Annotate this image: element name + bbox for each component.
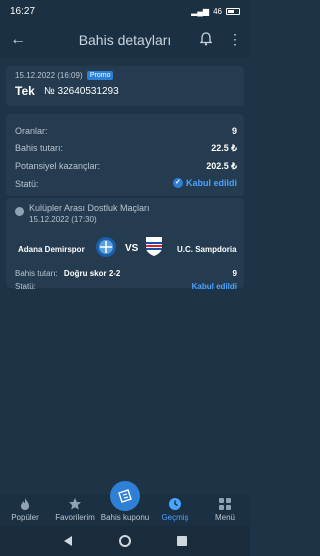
battery-level: 46 bbox=[213, 6, 222, 16]
potential-value: 202.5 ₺ bbox=[206, 161, 237, 171]
nav-label-popular: Popüler bbox=[11, 513, 39, 522]
nav-label-history: Geçmiş bbox=[161, 513, 189, 522]
nav-item-menu[interactable]: Menü bbox=[200, 494, 250, 526]
status-time: 16:27 bbox=[10, 5, 36, 17]
summary-row-stake: Bahis tutarı: 22.5 ₺ bbox=[15, 143, 237, 153]
summary-row-status: Statü: ✓ Kabul edildi bbox=[15, 178, 237, 189]
system-back-icon[interactable] bbox=[64, 536, 72, 546]
stake-label: Bahis tutarı: bbox=[15, 143, 64, 153]
away-team-name: U.C. Sampdoria bbox=[177, 245, 237, 254]
bet-number: № 32640531293 bbox=[44, 86, 119, 97]
bet-slip-button[interactable] bbox=[110, 481, 140, 511]
event-card: Kulüpler Arası Dostluk Maçları 15.12.202… bbox=[6, 198, 244, 291]
summary-row-odds: Oranlar: 9 bbox=[15, 126, 237, 136]
bell-icon[interactable] bbox=[198, 31, 214, 47]
nav-label-favorites: Favorilerim bbox=[55, 513, 95, 522]
promo-badge: Promo bbox=[86, 71, 114, 80]
ticket-icon bbox=[118, 489, 132, 503]
battery-icon bbox=[226, 7, 240, 15]
system-recents-icon[interactable] bbox=[177, 536, 187, 546]
status-icons: ▂▄▆ 46 bbox=[191, 7, 240, 16]
nav-label-menu: Menü bbox=[214, 513, 235, 522]
match-date: 15.12.2022 (17:30) bbox=[29, 215, 97, 224]
app-bar: ← Bahis detayları ⋮ bbox=[0, 22, 250, 58]
status-accepted: ✓ Kabul edildi bbox=[172, 178, 237, 188]
odds-label: Oranlar: bbox=[15, 126, 48, 136]
event-bet-label: Bahis tutarı: bbox=[15, 269, 58, 278]
bet-summary-card: Oranlar: 9 Bahis tutarı: 22.5 ₺ Potansiy… bbox=[6, 114, 244, 196]
event-pick: Doğru skor 2-2 bbox=[63, 269, 121, 278]
away-team-logo bbox=[146, 237, 162, 256]
event-status-value: Kabul edildi bbox=[191, 282, 237, 291]
odds-value: 9 bbox=[231, 126, 237, 136]
status-value: Kabul edildi bbox=[185, 178, 237, 188]
globe-icon bbox=[15, 207, 24, 216]
event-status-label: Statü: bbox=[15, 282, 36, 291]
event-status-row: Statü: Kabul edildi bbox=[15, 282, 237, 291]
star-icon bbox=[69, 498, 81, 510]
nav-item-history[interactable]: Geçmiş bbox=[150, 494, 200, 526]
status-label: Statü: bbox=[15, 179, 39, 189]
nav-item-favorites[interactable]: Favorilerim bbox=[50, 494, 100, 526]
signal-icon: ▂▄▆ bbox=[191, 6, 210, 16]
clock-icon bbox=[169, 498, 181, 510]
event-odd: 9 bbox=[232, 269, 237, 278]
more-options-icon[interactable]: ⋮ bbox=[228, 31, 242, 47]
versus-label: VS bbox=[125, 243, 139, 254]
bet-header-card: 15.12.2022 (16:09) Promo Tek № 326405312… bbox=[6, 66, 244, 106]
potential-label: Potansiyel kazançlar: bbox=[15, 161, 101, 171]
summary-row-potential: Potansiyel kazançlar: 202.5 ₺ bbox=[15, 161, 237, 171]
home-team-name: Adana Demirspor bbox=[18, 245, 85, 254]
league-name: Kulüpler Arası Dostluk Maçları bbox=[29, 203, 150, 213]
bet-type: Tek bbox=[15, 84, 35, 98]
home-team-logo bbox=[96, 237, 116, 257]
fire-icon bbox=[21, 498, 29, 510]
nav-label-bet-slip: Bahis kuponu bbox=[100, 513, 150, 522]
stake-value: 22.5 ₺ bbox=[211, 143, 237, 153]
event-bet-row: Bahis tutarı: Doğru skor 2-2 9 bbox=[15, 269, 237, 278]
system-home-icon[interactable] bbox=[119, 535, 131, 547]
grid-icon bbox=[219, 498, 231, 510]
status-bar: 16:27 ▂▄▆ 46 bbox=[0, 0, 250, 22]
system-navigation-bar bbox=[0, 526, 250, 556]
check-circle-icon: ✓ bbox=[172, 178, 183, 188]
bet-date-line: 15.12.2022 (16:09) Promo bbox=[15, 71, 114, 80]
nav-item-popular[interactable]: Popüler bbox=[0, 494, 50, 526]
bet-date: 15.12.2022 (16:09) bbox=[15, 71, 83, 80]
